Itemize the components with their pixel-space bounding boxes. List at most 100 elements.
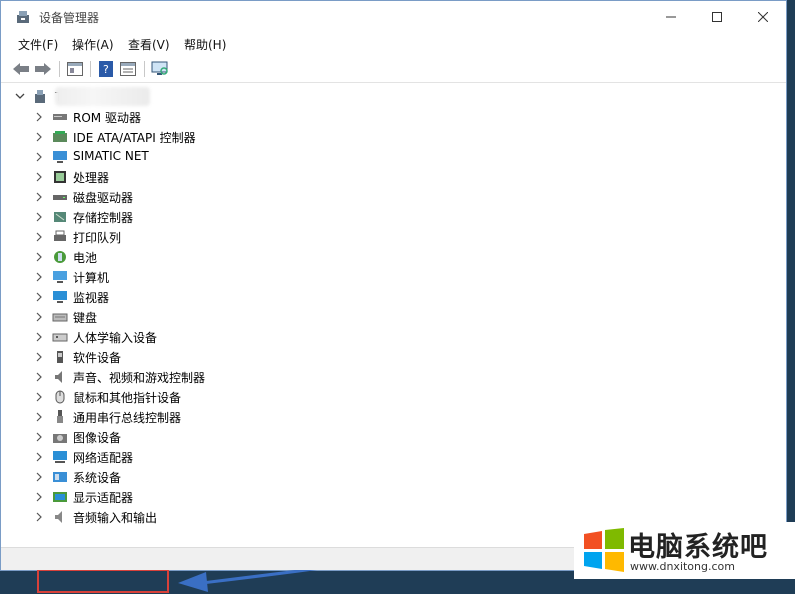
tree-item[interactable]: SIMATIC NET (11, 147, 411, 167)
usb-icon (52, 409, 68, 425)
tree-item[interactable]: 打印队列 (11, 227, 411, 247)
tree-item-label: 监视器 (73, 291, 110, 305)
device-manager-window: 设备管理器 文件(F) 操作(A) 查看(V) 帮助(H) ? ROM 驱动器 … (0, 0, 787, 593)
chevron-right-icon[interactable] (35, 471, 43, 485)
chevron-right-icon[interactable] (35, 131, 43, 145)
chevron-right-icon[interactable] (35, 251, 43, 265)
tree-item[interactable]: 系统设备 (11, 467, 411, 487)
menu-action[interactable]: 操作(A) (72, 36, 114, 53)
audio-io-icon (52, 509, 68, 525)
tree-item[interactable]: 音频输入和输出 (11, 507, 411, 527)
toolbar-separator (144, 61, 145, 77)
hid-icon (52, 329, 68, 345)
tree-item[interactable]: 通用串行总线控制器 (11, 407, 411, 427)
chevron-right-icon[interactable] (35, 271, 43, 285)
tree-item-label: 磁盘驱动器 (73, 191, 134, 205)
keyboard-icon (52, 309, 68, 325)
chevron-right-icon[interactable] (35, 511, 43, 525)
tree-item-label: 计算机 (73, 271, 110, 285)
chevron-right-icon[interactable] (35, 331, 43, 345)
tree-item[interactable]: 软件设备 (11, 347, 411, 367)
menu-bar: 文件(F) 操作(A) 查看(V) 帮助(H) (1, 33, 786, 55)
tree-item-label: 声音、视频和游戏控制器 (73, 371, 206, 385)
chevron-right-icon[interactable] (35, 291, 43, 305)
tree-item-label: 软件设备 (73, 351, 122, 365)
tree-item[interactable]: 图像设备 (11, 427, 411, 447)
tree-item[interactable]: 电池 (11, 247, 411, 267)
chevron-right-icon[interactable] (35, 151, 43, 165)
chevron-right-icon[interactable] (35, 191, 43, 205)
tree-item[interactable]: 处理器 (11, 167, 411, 187)
tree-item[interactable]: 磁盘驱动器 (11, 187, 411, 207)
tree-root[interactable]: T (11, 87, 311, 107)
tree-item-label: 电池 (73, 251, 98, 265)
svg-text:?: ? (103, 63, 109, 76)
tree-item-label: 人体学输入设备 (73, 331, 158, 345)
toolbar: ? (1, 56, 786, 83)
chevron-right-icon[interactable] (35, 171, 43, 185)
tree-item-label: 网络适配器 (73, 451, 134, 465)
disk-drive-icon (52, 189, 68, 205)
toolbar-separator (90, 61, 91, 77)
watermark-title: 电脑系统吧 (628, 532, 768, 563)
tree-item-label: 打印队列 (73, 231, 122, 245)
sound-icon (52, 369, 68, 385)
highlight-box (37, 569, 169, 593)
tree-item[interactable]: 显示适配器 (11, 487, 411, 507)
watermark: 电脑系统吧 www.dnxitong.com (574, 522, 795, 579)
tree-item[interactable]: 网络适配器 (11, 447, 411, 467)
tree-item[interactable]: 键盘 (11, 307, 411, 327)
tree-item[interactable]: ROM 驱动器 (11, 107, 411, 127)
chevron-right-icon[interactable] (35, 411, 43, 425)
menu-view[interactable]: 查看(V) (128, 36, 170, 53)
chevron-right-icon[interactable] (35, 371, 43, 385)
show-details-icon[interactable] (119, 60, 137, 78)
chevron-right-icon[interactable] (35, 111, 43, 125)
forward-button[interactable] (34, 60, 52, 78)
menu-help[interactable]: 帮助(H) (184, 36, 226, 53)
tree-item[interactable]: 存储控制器 (11, 207, 411, 227)
tree-item[interactable]: 鼠标和其他指针设备 (11, 387, 411, 407)
chevron-right-icon[interactable] (35, 351, 43, 365)
display-adapter-icon (52, 489, 68, 505)
toolbar-separator (59, 61, 60, 77)
properties-view-icon[interactable] (66, 60, 84, 78)
maximize-button[interactable] (694, 1, 740, 32)
tree-item-label: 图像设备 (73, 431, 122, 445)
window-title: 设备管理器 (39, 11, 100, 25)
network-icon (52, 149, 68, 165)
chevron-right-icon[interactable] (35, 431, 43, 445)
chevron-right-icon[interactable] (35, 451, 43, 465)
watermark-url: www.dnxitong.com (630, 560, 735, 573)
tree-item-label: SIMATIC NET (73, 149, 149, 163)
scan-hardware-icon[interactable] (151, 60, 169, 78)
tree-item[interactable]: 人体学输入设备 (11, 327, 411, 347)
close-button[interactable] (740, 1, 786, 32)
tree-item[interactable]: IDE ATA/ATAPI 控制器 (11, 127, 411, 147)
system-device-icon (52, 469, 68, 485)
chevron-right-icon[interactable] (35, 231, 43, 245)
tree-item-label: 音频输入和输出 (73, 511, 158, 525)
network-adapter-icon (52, 449, 68, 465)
menu-file[interactable]: 文件(F) (18, 36, 58, 53)
dvd-drive-icon (52, 109, 68, 125)
chevron-right-icon[interactable] (35, 311, 43, 325)
device-tree: T ROM 驱动器 IDE ATA/ATAPI 控制器 SIMATIC NET 处理器… (11, 86, 776, 593)
back-button[interactable] (12, 60, 30, 78)
minimize-button[interactable] (648, 1, 694, 32)
help-icon[interactable]: ? (97, 60, 115, 78)
chevron-right-icon[interactable] (35, 211, 43, 225)
chevron-right-icon[interactable] (35, 491, 43, 505)
chevron-down-icon[interactable] (15, 90, 25, 104)
tree-item-label: IDE ATA/ATAPI 控制器 (73, 131, 196, 145)
tree-item[interactable]: 计算机 (11, 267, 411, 287)
storage-controller-icon (52, 209, 68, 225)
chevron-right-icon[interactable] (35, 391, 43, 405)
camera-icon (52, 429, 68, 445)
tree-item[interactable]: 监视器 (11, 287, 411, 307)
ide-controller-icon (52, 129, 68, 145)
tree-item-label: 鼠标和其他指针设备 (73, 391, 182, 405)
software-device-icon (52, 349, 68, 365)
tree-item[interactable]: 声音、视频和游戏控制器 (11, 367, 411, 387)
computer-root-icon (32, 89, 48, 108)
